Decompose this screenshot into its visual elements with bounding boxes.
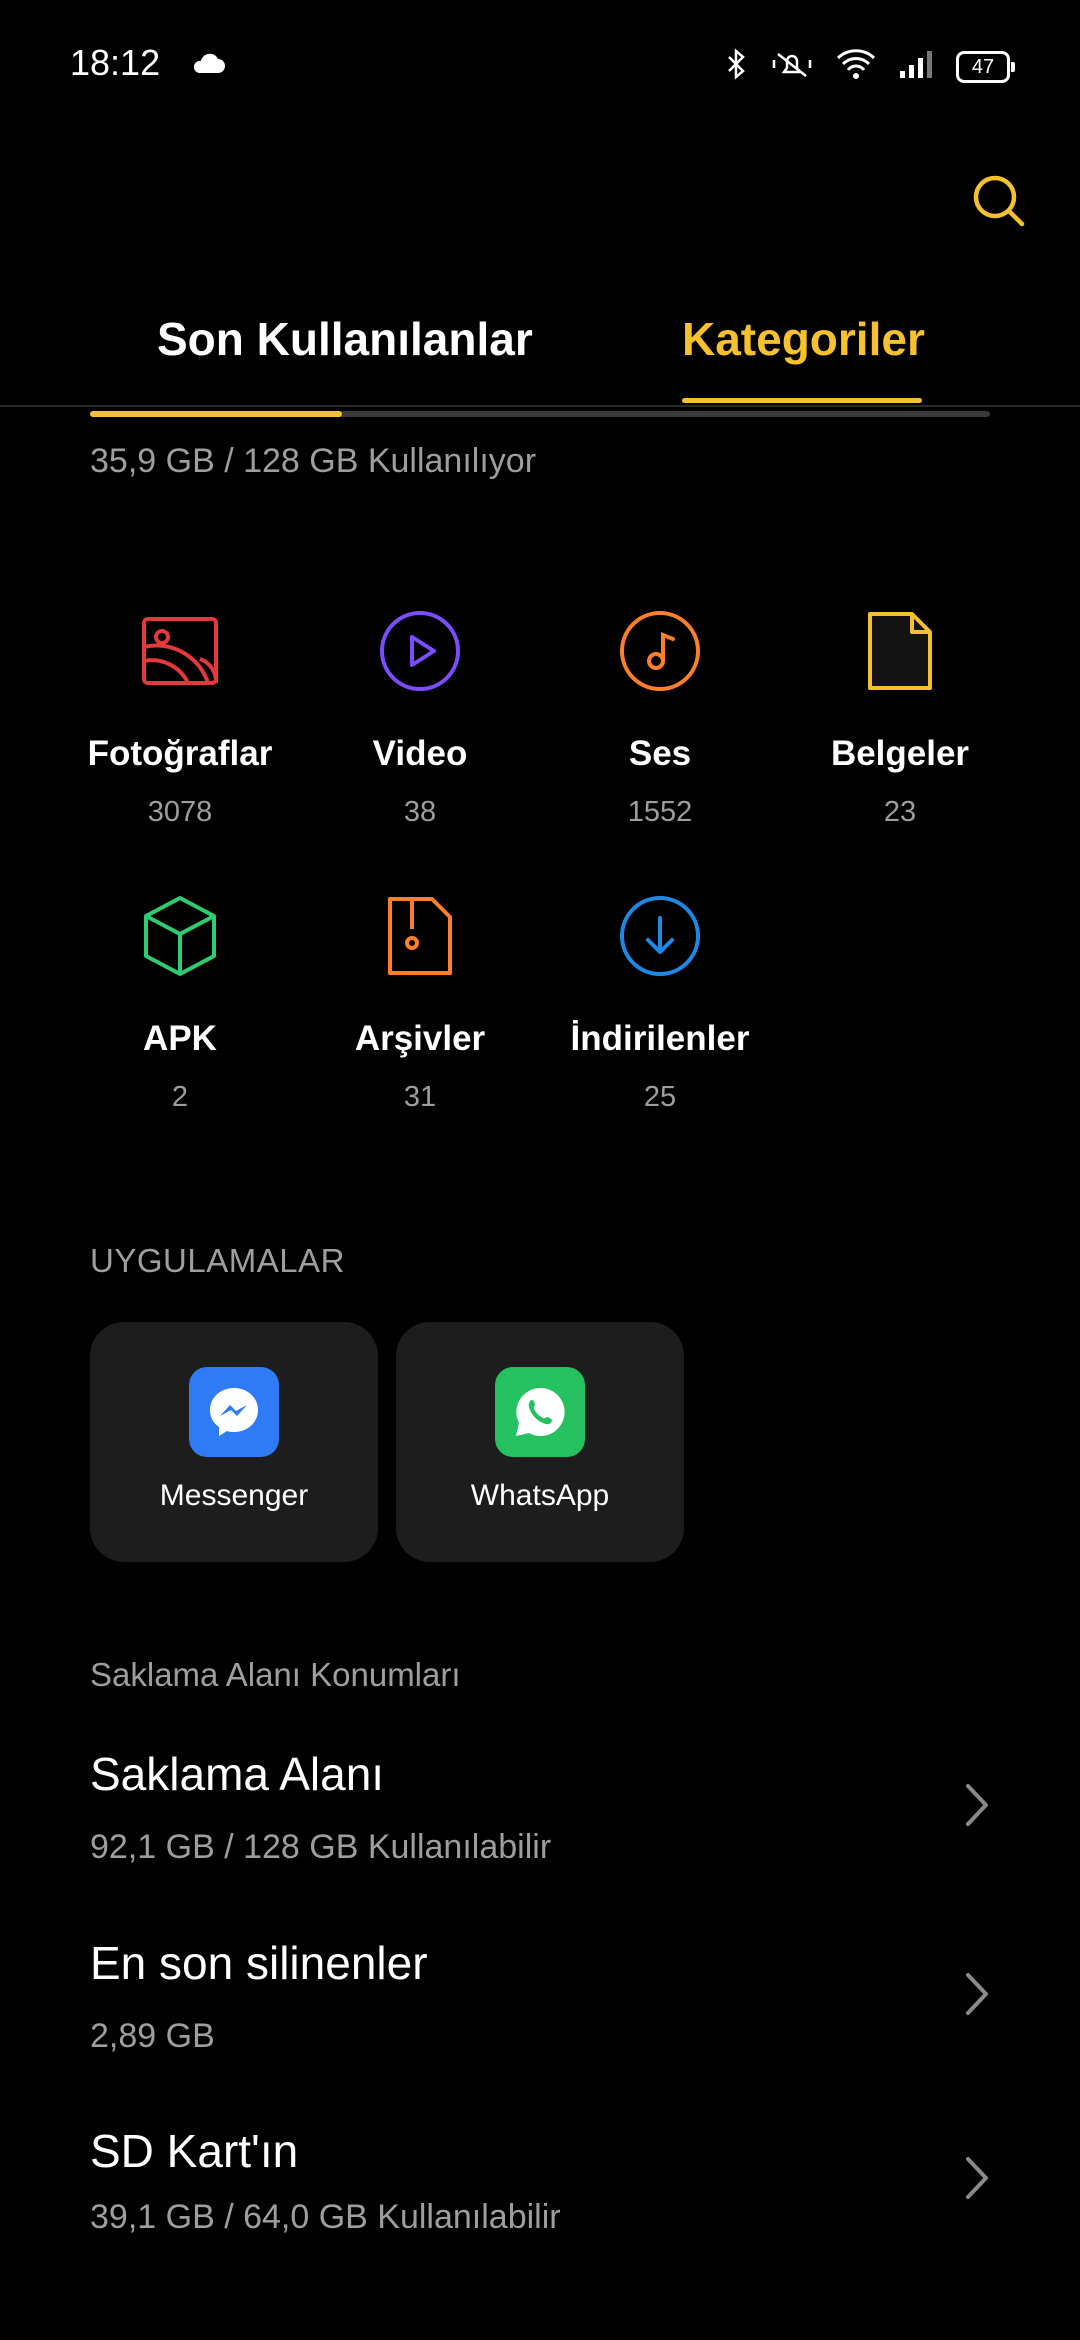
- photos-icon: [135, 606, 225, 696]
- whatsapp-icon: [495, 1367, 585, 1457]
- category-label: Fotoğraflar: [87, 734, 273, 773]
- search-button[interactable]: [970, 172, 1030, 232]
- category-label: Belgeler: [830, 734, 970, 773]
- chevron-right-icon: [962, 2153, 992, 2203]
- chevron-right-icon: [962, 1969, 992, 2019]
- video-icon: [375, 606, 465, 696]
- status-icons: 47: [726, 48, 1015, 85]
- location-subtitle: 92,1 GB / 128 GB Kullanılabilir: [90, 1828, 552, 1866]
- category-audio[interactable]: Ses 1552: [540, 606, 780, 829]
- app-label: Messenger: [159, 1479, 309, 1512]
- app-label: WhatsApp: [470, 1479, 610, 1512]
- location-title: Saklama Alanı: [90, 1748, 385, 1800]
- archive-icon: [375, 891, 465, 981]
- category-count: 1552: [627, 796, 693, 828]
- category-documents[interactable]: Belgeler 23: [780, 606, 1020, 829]
- category-video[interactable]: Video 38: [300, 606, 540, 829]
- category-count: 38: [403, 796, 437, 828]
- download-icon: [615, 891, 705, 981]
- wifi-icon: [836, 48, 876, 85]
- category-count: 23: [883, 796, 917, 828]
- storage-locations-title: Saklama Alanı Konumları: [90, 1656, 461, 1693]
- category-label: Ses: [628, 734, 692, 773]
- storage-usage-bar: [90, 411, 990, 417]
- battery-icon: 47: [956, 50, 1015, 83]
- storage-usage-fill: [90, 411, 342, 417]
- category-apk[interactable]: APK 2: [60, 891, 300, 1114]
- tab-recent[interactable]: Son Kullanılanlar: [157, 312, 533, 366]
- document-icon: [855, 606, 945, 696]
- location-title: SD Kart'ın: [90, 2125, 299, 2177]
- category-downloads[interactable]: İndirilenler 25: [540, 891, 780, 1114]
- apk-icon: [135, 891, 225, 981]
- location-subtitle: 39,1 GB / 64,0 GB Kullanılabilir: [90, 2198, 561, 2236]
- audio-icon: [615, 606, 705, 696]
- app-card-whatsapp[interactable]: WhatsApp: [396, 1322, 684, 1562]
- status-time: 18:12: [70, 42, 161, 83]
- category-count: 31: [403, 1081, 437, 1113]
- messenger-icon: [189, 1367, 279, 1457]
- category-label: Video: [372, 734, 468, 773]
- category-label: APK: [143, 1019, 217, 1058]
- category-label: Arşivler: [354, 1019, 486, 1058]
- category-label: İndirilenler: [570, 1019, 750, 1058]
- active-tab-indicator: [682, 398, 922, 403]
- category-count: 2: [171, 1081, 189, 1113]
- bluetooth-icon: [726, 48, 748, 85]
- cloud-icon: [190, 52, 226, 79]
- chevron-right-icon: [962, 1780, 992, 1830]
- app-card-messenger[interactable]: Messenger: [90, 1322, 378, 1562]
- signal-icon: [898, 49, 934, 84]
- category-archives[interactable]: Arşivler 31: [300, 891, 540, 1114]
- storage-usage-text: 35,9 GB / 128 GB Kullanılıyor: [90, 442, 537, 480]
- category-photos[interactable]: Fotoğraflar 3078: [60, 606, 300, 829]
- tab-divider: [0, 405, 1080, 407]
- location-title: En son silinenler: [90, 1937, 428, 1989]
- location-subtitle: 2,89 GB: [90, 2017, 215, 2055]
- category-count: 3078: [147, 796, 213, 828]
- category-count: 25: [643, 1081, 677, 1113]
- silent-mode-icon: [770, 48, 814, 85]
- tab-categories[interactable]: Kategoriler: [682, 312, 925, 366]
- search-icon: [973, 175, 1025, 227]
- apps-section-title: UYGULAMALAR: [90, 1242, 345, 1279]
